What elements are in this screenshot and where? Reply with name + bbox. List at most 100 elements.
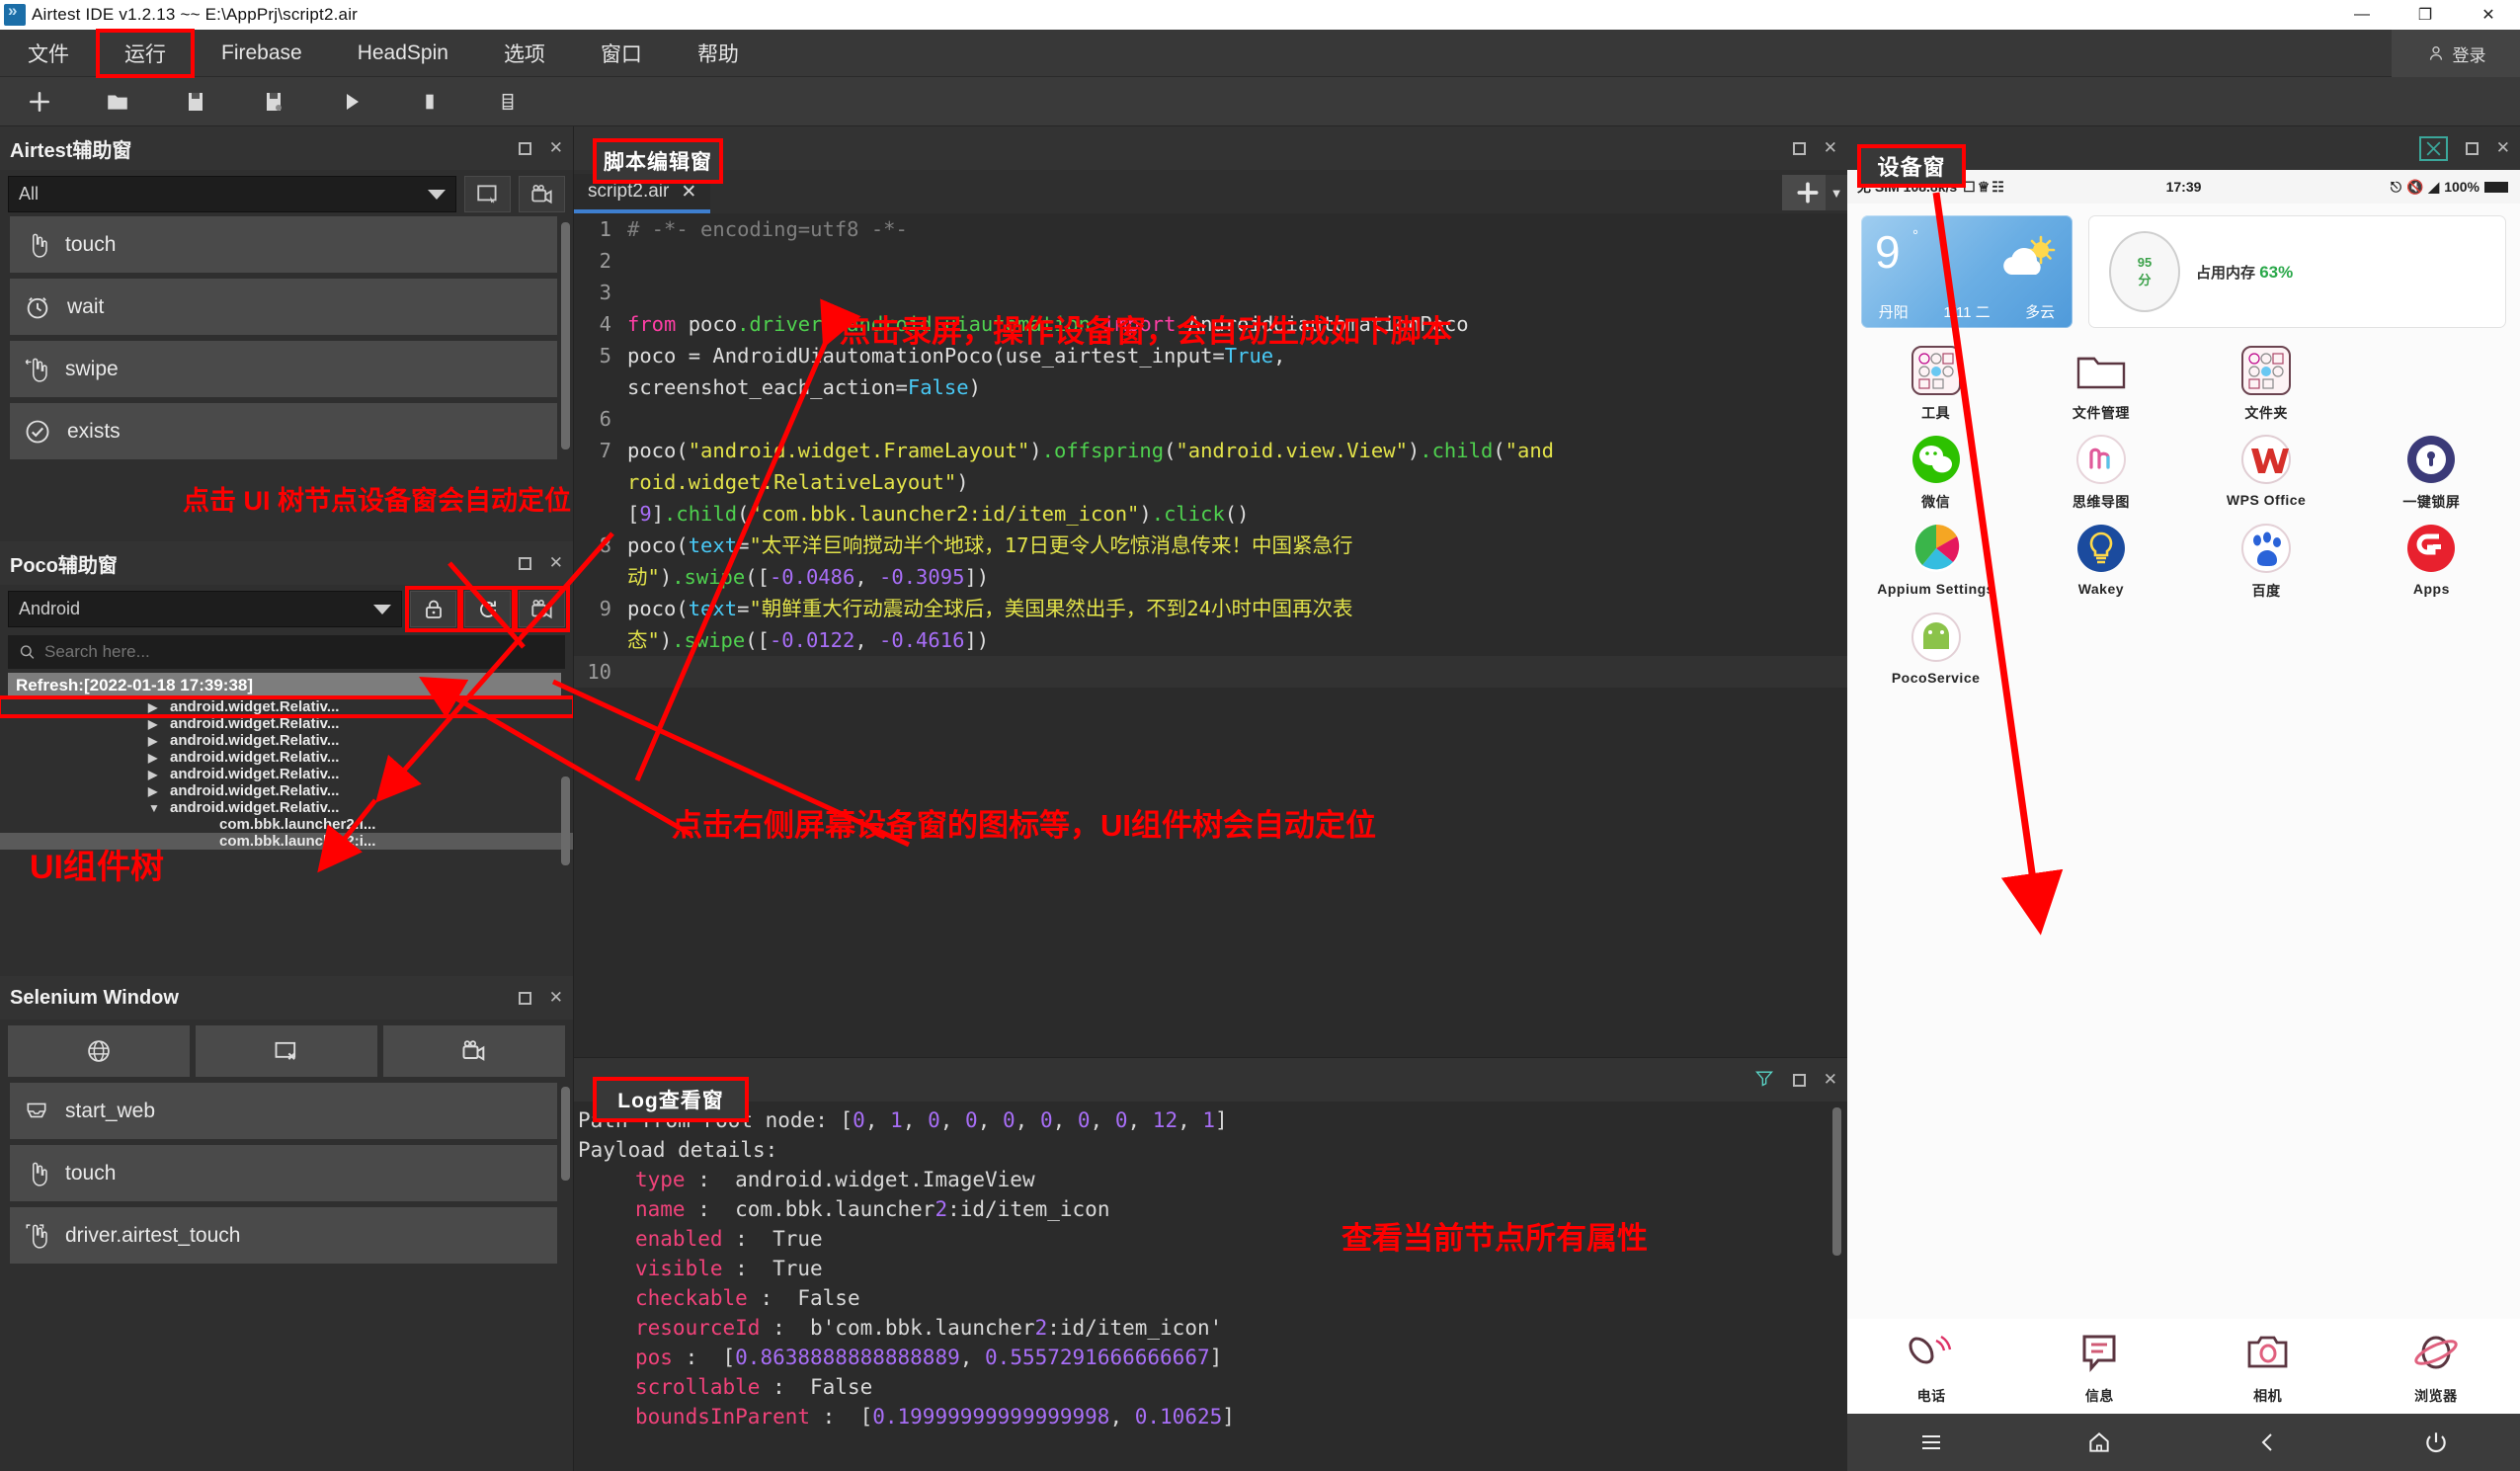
chevron-down-icon[interactable]: ▼ [148,801,170,815]
home-icon[interactable] [2085,1430,2113,1455]
tree-node[interactable]: ▼ android.widget.Relativ... [0,799,573,816]
menu-item-file[interactable]: 文件 [0,30,97,77]
save-as-button[interactable] [234,77,312,126]
code-line-row[interactable]: 3 [574,277,1847,308]
maximize-button[interactable]: ❐ [2394,0,2457,30]
menu-item-window[interactable]: 窗口 [573,30,670,77]
poco-platform-select[interactable]: Android [8,591,402,627]
app-icon-cell[interactable]: 微信 [1853,431,2018,512]
tree-node[interactable]: ▶ android.widget.Relativ... [0,695,573,718]
code-line-row[interactable]: 1 # -*- encoding=utf8 -*- [574,213,1847,245]
tree-node[interactable]: ▶ android.widget.Relativ... [0,732,573,749]
open-folder-button[interactable] [78,77,156,126]
action-item-start-web[interactable]: start_web [10,1083,557,1139]
code-line-text[interactable]: poco("android.widget.FrameLayout").offsp… [621,435,1847,466]
poco-search-input[interactable] [44,642,555,662]
device-nav-bar[interactable] [1847,1414,2520,1471]
back-icon[interactable] [2256,1430,2280,1455]
device-close-button[interactable]: ✕ [2496,138,2510,158]
poco-lock-button[interactable] [405,586,461,632]
code-line-row[interactable]: 7 poco("android.widget.FrameLayout").offs… [574,435,1847,466]
code-line-row[interactable]: 9 poco(text="朝鲜重大行动震动全球后，美国果然出手，不到24小时中国再… [574,593,1847,624]
airtest-record-button[interactable] [519,176,565,212]
dock-row[interactable]: 电话 信息 相机 浏览器 [1847,1319,2520,1414]
tree-node-list[interactable]: ▶ android.widget.Relativ... ▶ android.widge… [0,695,573,850]
code-line-text[interactable]: roid.widget.RelativeLayout") [621,466,1847,498]
editor-close-button[interactable]: ✕ [1824,138,1837,158]
log-output[interactable]: Path from root node: [0, 1, 0, 0, 0, 0, … [574,1102,1847,1471]
selenium-list-scrollbar[interactable] [561,1087,570,1181]
tree-refresh-row[interactable]: Refresh:[2022-01-18 17:39:38] [8,673,561,698]
dock-icon-cell[interactable]: 信息 [2015,1325,2183,1414]
menu-icon[interactable] [1916,1430,1946,1454]
add-tab-caret-button[interactable]: ▼ [1826,175,1847,210]
log-float-button[interactable] [1792,1073,1806,1087]
menu-item-run[interactable]: 运行 [96,28,195,78]
airtest-filter-select[interactable]: All [8,176,456,212]
selenium-panel-close-button[interactable]: ✕ [549,988,563,1008]
memory-widget[interactable]: 95 分 占用内存 63% [2088,215,2506,328]
action-item-touch[interactable]: touch [10,216,557,273]
code-line-row[interactable]: roid.widget.RelativeLayout") [574,466,1847,498]
app-icon-cell[interactable]: PocoService [1853,609,2018,686]
log-close-button[interactable]: ✕ [1824,1070,1837,1090]
code-line-text[interactable]: poco(text="朝鲜重大行动震动全球后，美国果然出手，不到24小时中国再次… [621,593,1847,624]
airtest-panel-close-button[interactable]: ✕ [549,138,563,158]
app-icon-cell[interactable]: 文件管理 [2018,342,2183,423]
run-button[interactable] [312,77,390,126]
menu-item-headspin[interactable]: HeadSpin [330,30,476,77]
dock-icon-cell[interactable]: 相机 [2184,1325,2352,1414]
code-line-row[interactable]: 8 poco(text="太平洋巨响搅动半个地球，17日更令人吃惊消息传来！中国紧… [574,530,1847,561]
code-line-text[interactable]: 态").swipe([-0.0122, -0.4616]) [621,624,1847,656]
chevron-right-icon[interactable]: ▶ [148,751,170,765]
code-line-row[interactable]: 10 [574,656,1847,688]
login-button[interactable]: 登录 [2392,30,2520,77]
action-item-wait[interactable]: wait [10,279,557,335]
menu-item-options[interactable]: 选项 [476,30,573,77]
log-view-button[interactable] [468,77,546,126]
menu-item-help[interactable]: 帮助 [670,30,767,77]
poco-panel-float-button[interactable] [518,556,531,570]
code-line-text[interactable]: [9].child("com.bbk.launcher2:id/item_ico… [621,498,1847,530]
log-filter-button[interactable] [1753,1068,1775,1093]
code-line-text[interactable]: # -*- encoding=utf8 -*- [621,213,1847,245]
code-line-row[interactable]: 动").swipe([-0.0486, -0.3095]) [574,561,1847,593]
app-icon-grid[interactable]: 工具 文件管理 文件夹 微信 思维导图 WPS Office 一键锁屏 Appium Sett… [1847,328,2520,686]
menu-item-firebase[interactable]: Firebase [194,30,330,77]
app-icon-cell[interactable]: 文件夹 [2184,342,2349,423]
tree-scrollbar[interactable] [561,776,570,865]
selenium-action-list[interactable]: start_web touch driver.airtest_touch [0,1083,573,1471]
dock-icon-cell[interactable]: 浏览器 [2352,1325,2520,1414]
code-line-text[interactable]: poco(text="太平洋巨响搅动半个地球，17日更令人吃惊消息传来！中国紧急… [621,530,1847,561]
tree-node[interactable]: ▶ android.widget.Relativ... [0,782,573,799]
device-home-screen[interactable]: 9 ° 丹阳 1/11 二 多云 95 分 占用内存 63% 工具 文件管理 文… [1847,204,2520,1414]
code-line-text[interactable] [621,656,1847,688]
tree-node[interactable]: ▶ android.widget.Relativ... [0,715,573,732]
app-icon-cell[interactable]: Apps [2349,520,2514,601]
airtest-panel-float-button[interactable] [518,141,531,155]
chevron-right-icon[interactable]: ▶ [148,717,170,731]
app-icon-cell[interactable]: 工具 [1853,342,2018,423]
code-line-row[interactable]: 2 [574,245,1847,277]
action-item-touch[interactable]: touch [10,1145,557,1201]
code-line-text[interactable] [621,277,1847,308]
chevron-right-icon[interactable]: ▶ [148,784,170,798]
code-line-row[interactable]: [9].child("com.bbk.launcher2:id/item_ico… [574,498,1847,530]
airtest-list-scrollbar[interactable] [561,222,570,449]
code-line-text[interactable] [621,245,1847,277]
airtest-screenshot-button[interactable] [464,176,511,212]
power-icon[interactable] [2423,1430,2449,1455]
close-button[interactable]: ✕ [2457,0,2520,30]
ui-component-tree[interactable]: Refresh:[2022-01-18 17:39:38] ▶ android.w… [0,673,573,976]
action-item-exists[interactable]: exists [10,403,557,459]
poco-panel-close-button[interactable]: ✕ [549,553,563,573]
selenium-panel-float-button[interactable] [518,991,531,1005]
selenium-close-window-button[interactable] [196,1025,377,1077]
weather-widget[interactable]: 9 ° 丹阳 1/11 二 多云 [1861,215,2073,328]
stop-button[interactable] [390,77,468,126]
save-button[interactable] [156,77,234,126]
chevron-right-icon[interactable]: ▶ [148,700,170,714]
tree-node[interactable]: com.bbk.launcher2:i... [0,816,573,833]
poco-record-button[interactable] [514,586,570,632]
app-icon-cell[interactable]: Appium Settings [1853,520,2018,601]
